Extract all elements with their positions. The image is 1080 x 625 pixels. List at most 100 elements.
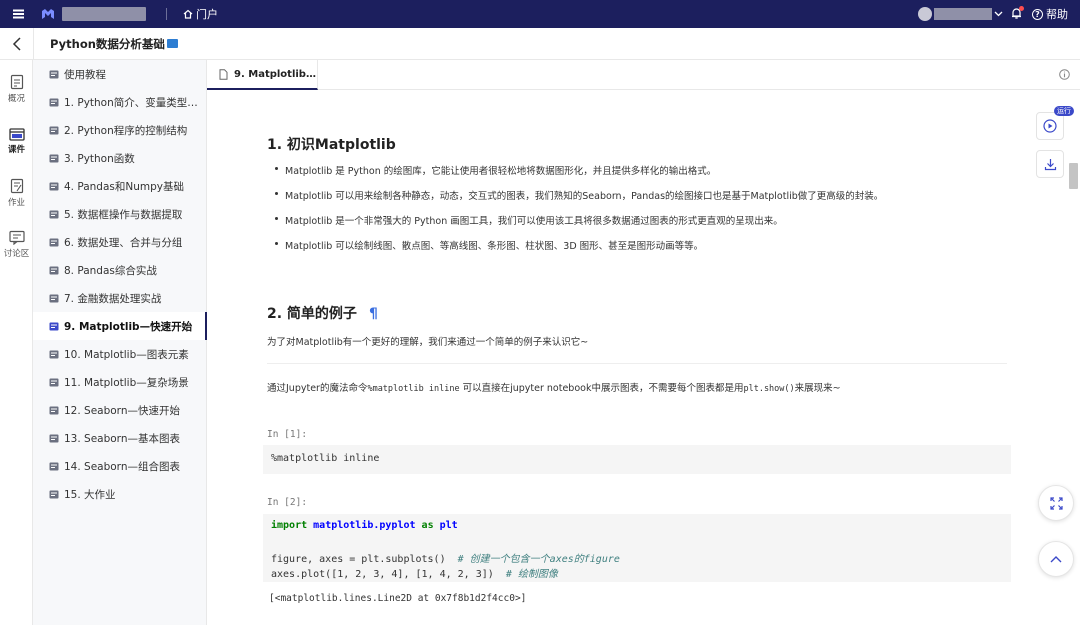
fullscreen-button[interactable] [1038,485,1074,521]
sidebar-item[interactable]: 3. Python函数 [33,144,207,172]
module-name: matplotlib.pyplot [313,520,416,531]
rail-item-overview[interactable]: 概况 [0,74,33,104]
left-rail: 概况 课件 作业 讨论区 [0,60,33,625]
logo-icon[interactable] [40,6,56,22]
courseware-icon [8,128,25,141]
cell-output: [<matplotlib.lines.Line2D at 0x7f8b1d2f4… [269,593,527,604]
back-button[interactable] [0,27,34,60]
user-name-redacted[interactable] [934,8,992,20]
sidebar-item-label: 15. 大作业 [64,488,116,501]
code-line: figure, axes = plt.subplots() # 创建一个包含一个… [271,550,1011,565]
sidebar-item-label: 9. Matplotlib—快速开始 [64,320,193,333]
tab-matplotlib[interactable]: 9. Matplotlib… [207,60,318,90]
chevron-down-icon[interactable] [994,11,1003,17]
code-text: axes.plot([1, 2, 3, 4], [1, 4, 2, 3]) [271,569,506,580]
sidebar-item[interactable]: 5. 数据框操作与数据提取 [33,200,207,228]
sidebar-item[interactable]: 7. 金融数据处理实战 [33,284,207,312]
sidebar-item-label: 4. Pandas和Numpy基础 [64,180,184,193]
rail-label: 概况 [7,94,25,104]
rail-label: 课件 [7,145,25,155]
download-button[interactable] [1036,150,1064,178]
jupyter-text-mid: 可以直接在jupyter notebook中展示图表，不需要每个图表都是用 [459,383,744,394]
code-line: %matplotlib inline [271,453,380,464]
book-icon [49,266,59,274]
jupyter-paragraph: 通过Jupyter的魔法命令%matplotlib inline 可以直接在ju… [267,380,841,394]
book-icon [49,378,59,386]
code-text: figure, axes = plt.subplots() [271,554,458,565]
hamburger-menu-icon[interactable] [0,0,36,28]
intro-paragraph: 为了对Matplotlib有一个更好的理解，我们来通过一个简单的例子来认识它~ [267,337,589,348]
sidebar-item-label: 11. Matplotlib—复杂场景 [64,376,189,389]
section-heading-2-text: 2. 简单的例子 [267,306,357,322]
book-icon [49,322,59,330]
book-icon [49,182,59,190]
module-alias: plt [439,520,458,531]
sidebar-item[interactable]: 1. Python简介、变量类型及… [33,88,207,116]
help-icon: ? [1032,8,1043,20]
sidebar-item[interactable]: 4. Pandas和Numpy基础 [33,172,207,200]
anchor-link[interactable]: ¶ [369,306,378,322]
sidebar-item[interactable]: 8. Pandas综合实战 [33,256,207,284]
book-icon [49,126,59,134]
code-cell-2[interactable]: import matplotlib.pyplot as plt figure, … [263,514,1011,582]
cell-prompt: In [2]: [267,497,308,508]
back-to-top-button[interactable] [1038,541,1074,577]
top-right-area: ? 帮助 [918,0,1080,28]
scrollbar-thumb[interactable] [1069,163,1078,189]
chapter-sidebar: 使用教程 1. Python简介、变量类型及… 2. Python程序的控制结构 3.… [33,60,207,625]
sidebar-item[interactable]: 使用教程 [33,60,207,88]
book-icon [49,294,59,302]
notification-bell-icon[interactable] [1011,5,1024,22]
sidebar-item[interactable]: 12. Seaborn—快速开始 [33,396,207,424]
sidebar-item-label: 10. Matplotlib—图表元素 [64,348,189,361]
code-line: import matplotlib.pyplot as plt [271,520,1011,535]
code-cell-1[interactable]: %matplotlib inline [263,445,1011,474]
run-button[interactable] [1036,112,1064,140]
sidebar-item[interactable]: 2. Python程序的控制结构 [33,116,207,144]
run-badge: 运行 [1054,106,1074,116]
chevron-up-icon [1050,556,1062,563]
expand-icon [1049,496,1063,510]
sidebar-item[interactable]: 6. 数据处理、合并与分组 [33,228,207,256]
chevron-left-icon [12,36,21,51]
sidebar-item[interactable]: 14. Seaborn—组合图表 [33,452,207,480]
sidebar-item-label: 7. 金融数据处理实战 [64,292,162,305]
tab-label: 9. Matplotlib… [234,68,316,80]
download-icon [1044,158,1056,170]
keyword: import [271,520,308,531]
course-title-text: Python数据分析基础 [50,36,165,51]
sidebar-item[interactable]: 10. Matplotlib—图表元素 [33,340,207,368]
rail-label: 讨论区 [3,249,30,259]
list-item: Matplotlib 可以绘制线图、散点图、等高线图、条形图、柱状图、3D 图形… [267,238,1047,263]
book-icon [49,406,59,414]
section-heading-1: 1. 初识Matplotlib [267,137,396,153]
rail-item-discussion[interactable]: 讨论区 [0,230,33,259]
book-icon [49,434,59,442]
notebook-content: 1. 初识Matplotlib Matplotlib 是 Python 的绘图库… [207,91,1067,625]
sidebar-item[interactable]: 11. Matplotlib—复杂场景 [33,368,207,396]
info-icon[interactable] [1059,69,1070,80]
sidebar-item-label: 5. 数据框操作与数据提取 [64,208,183,221]
portal-link[interactable]: 门户 [183,6,218,22]
sidebar-item[interactable]: 9. Matplotlib—快速开始 [33,312,207,340]
sidebar-item[interactable]: 15. 大作业 [33,480,207,508]
section-heading-2: 2. 简单的例子 ¶ [267,303,378,323]
rail-item-courseware[interactable]: 课件 [0,127,33,155]
book-icon [49,350,59,358]
help-link[interactable]: ? 帮助 [1032,6,1068,22]
tab-bar: 9. Matplotlib… [207,60,1080,90]
portal-label: 门户 [196,8,218,21]
divider [267,363,1007,364]
home-icon [183,9,193,19]
site-name-redacted [62,7,146,21]
sidebar-item-label: 1. Python简介、变量类型及… [64,96,199,109]
jupyter-text-pre: 通过Jupyter的魔法命令 [267,383,368,394]
document-icon [219,68,228,80]
sidebar-item[interactable]: 13. Seaborn—基本图表 [33,424,207,452]
book-icon [49,238,59,246]
rail-item-homework[interactable]: 作业 [0,178,33,208]
user-avatar[interactable] [918,7,932,21]
top-divider [166,8,167,20]
course-title: Python数据分析基础 [50,36,178,52]
